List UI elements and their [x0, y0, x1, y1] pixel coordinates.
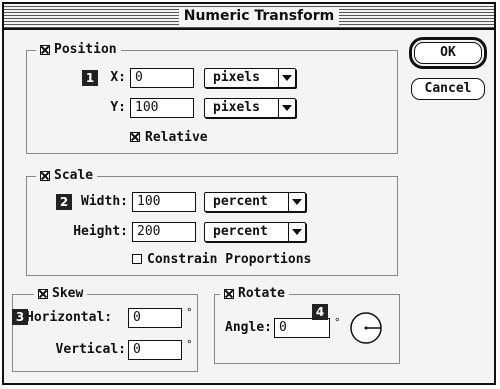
width-field[interactable]: 100	[132, 192, 196, 212]
position-legend[interactable]: Position	[36, 42, 121, 58]
y-field[interactable]: 100	[130, 98, 194, 118]
y-unit-popup[interactable]: pixels	[204, 98, 296, 118]
skew-legend[interactable]: Skew	[34, 286, 88, 302]
scale-checkbox[interactable]	[40, 171, 50, 181]
y-label: Y:	[110, 100, 126, 115]
height-label: Height:	[73, 224, 128, 239]
rotate-checkbox[interactable]	[224, 289, 234, 299]
constrain-checkbox-row[interactable]: Constrain Proportions	[132, 250, 311, 268]
width-label: Width:	[81, 194, 128, 209]
y-unit-value: pixels	[213, 100, 260, 115]
scale-label: Scale	[54, 168, 94, 183]
angle-label: Angle:	[225, 320, 272, 335]
angle-degree: °	[334, 316, 341, 329]
rotate-label: Rotate	[238, 286, 285, 301]
dialog-title: Numeric Transform	[179, 7, 339, 25]
chevron-down-icon	[288, 223, 305, 241]
chevron-down-icon	[278, 69, 295, 87]
skew-group	[12, 294, 198, 372]
height-field[interactable]: 200	[132, 222, 196, 242]
callout-2: 2	[56, 194, 72, 210]
position-checkbox[interactable]	[40, 45, 50, 55]
relative-label: Relative	[145, 129, 208, 145]
angle-dial-icon[interactable]	[348, 310, 384, 346]
relative-checkbox[interactable]	[130, 132, 140, 142]
rotate-legend[interactable]: Rotate	[220, 286, 289, 302]
title-bar[interactable]: Numeric Transform	[4, 4, 494, 30]
horizontal-field[interactable]: 0	[128, 308, 182, 328]
x-field[interactable]: 0	[130, 68, 194, 88]
constrain-checkbox[interactable]	[132, 254, 142, 264]
scale-legend[interactable]: Scale	[36, 168, 98, 184]
x-unit-popup[interactable]: pixels	[204, 68, 296, 88]
width-unit-popup[interactable]: percent	[204, 192, 306, 212]
cancel-button[interactable]: Cancel	[411, 78, 485, 100]
height-unit-value: percent	[213, 224, 268, 239]
height-unit-popup[interactable]: percent	[204, 222, 306, 242]
skew-label: Skew	[52, 286, 84, 301]
chevron-down-icon	[288, 193, 305, 211]
callout-4: 4	[312, 304, 328, 320]
relative-checkbox-row[interactable]: Relative	[130, 128, 208, 146]
callout-1: 1	[82, 70, 98, 86]
angle-field[interactable]: 0	[274, 318, 330, 338]
vertical-label: Vertical:	[55, 342, 126, 357]
numeric-transform-dialog: Numeric Transform OK Cancel Position 1 X…	[2, 2, 496, 385]
horizontal-degree: °	[186, 306, 193, 319]
horizontal-label: Horizontal:	[26, 310, 113, 325]
vertical-field[interactable]: 0	[128, 340, 182, 360]
skew-checkbox[interactable]	[38, 289, 48, 299]
width-unit-value: percent	[213, 194, 268, 209]
chevron-down-icon	[278, 99, 295, 117]
x-label: X:	[110, 70, 126, 85]
vertical-degree: °	[186, 338, 193, 351]
x-unit-value: pixels	[213, 70, 260, 85]
ok-button[interactable]: OK	[409, 37, 487, 69]
constrain-label: Constrain Proportions	[147, 251, 312, 267]
position-label: Position	[54, 42, 117, 57]
